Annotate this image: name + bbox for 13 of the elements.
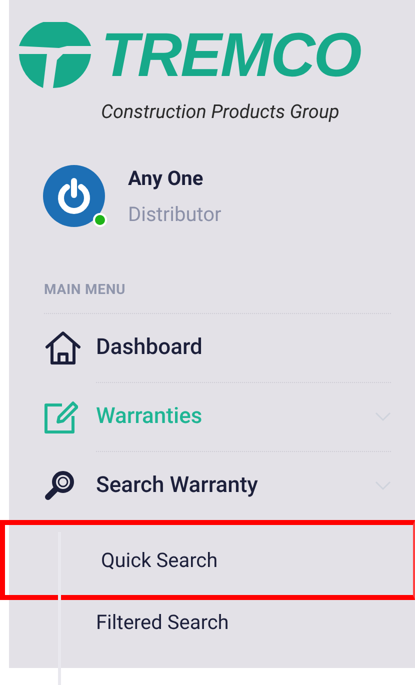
edit-icon <box>44 400 78 434</box>
menu-heading: MAIN MENU <box>44 282 126 298</box>
logo-tagline: Construction Products Group <box>101 100 340 123</box>
logo-wordmark: TREMCO <box>101 25 360 87</box>
menu-item[interactable]: Search Warranty <box>44 452 391 520</box>
submenu-item[interactable]: Quick Search <box>0 520 415 600</box>
user-role: Distributor <box>128 200 222 228</box>
magnifier-icon <box>44 470 76 502</box>
power-icon <box>56 176 92 214</box>
menu-item[interactable]: Dashboard <box>44 314 391 382</box>
submenu-item[interactable]: Filtered Search <box>0 598 415 646</box>
user-name: Any One <box>128 164 204 192</box>
home-icon <box>44 330 82 366</box>
